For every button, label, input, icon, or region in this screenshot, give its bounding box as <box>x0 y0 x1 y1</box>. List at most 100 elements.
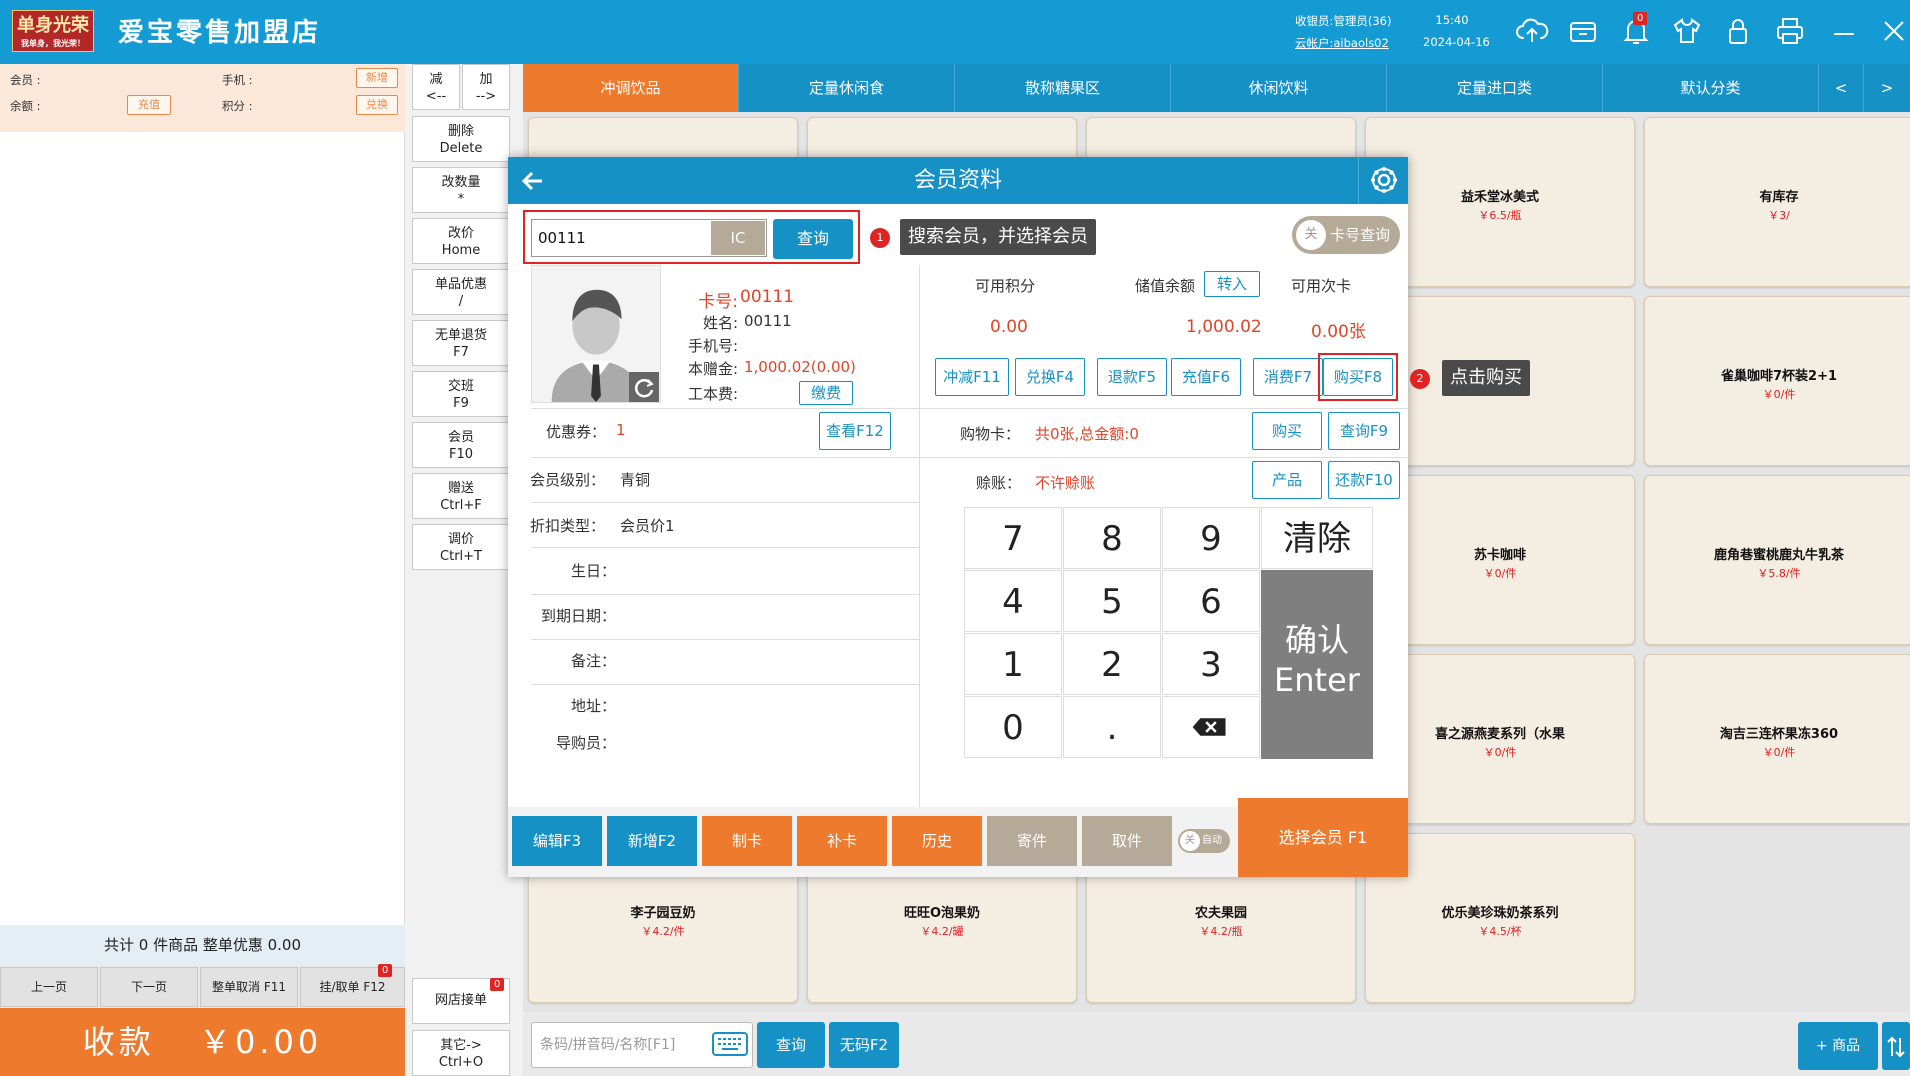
key-0[interactable]: 0 <box>964 696 1062 758</box>
product-card[interactable]: 淘吉三连杯果冻360 ￥0/件 <box>1644 654 1910 824</box>
exchange-button[interactable]: 兑换 <box>356 95 398 115</box>
edit-member-button[interactable]: 编辑F3 <box>512 816 602 866</box>
prev-page-button[interactable]: 上一页 <box>0 967 98 1007</box>
product-name: 鹿角巷蜜桃鹿丸牛乳茶 <box>1713 548 1844 563</box>
cash-drawer-icon[interactable] <box>1566 14 1600 48</box>
printer-icon[interactable] <box>1773 14 1807 48</box>
product-query-button[interactable]: 查询 <box>757 1022 825 1068</box>
keyboard-icon[interactable] <box>712 1032 748 1056</box>
search-tip: 搜索会员，并选择会员 <box>900 219 1096 255</box>
shirt-icon[interactable] <box>1670 14 1704 48</box>
settings-gear-icon[interactable] <box>1358 157 1408 204</box>
back-arrow-icon[interactable] <box>518 166 548 196</box>
category-tab[interactable]: 定量休闲食 <box>739 64 955 112</box>
deposit-item-button[interactable]: 寄件 <box>987 816 1077 866</box>
backspace-key[interactable] <box>1162 696 1260 758</box>
cart-list[interactable] <box>0 132 405 925</box>
category-tab[interactable]: 散称糖果区 <box>955 64 1171 112</box>
repay-button[interactable]: 还款F10 <box>1328 461 1400 499</box>
product-button[interactable]: 产品 <box>1252 461 1322 499</box>
ic-card-button[interactable]: IC <box>711 221 765 255</box>
brand-logo: 单身光荣 我单身，我光荣！ <box>12 10 94 52</box>
category-tab[interactable]: 定量进口类 <box>1387 64 1603 112</box>
change-price-button[interactable]: 改价 Home <box>412 218 510 264</box>
change-qty-button[interactable]: 改数量 * <box>412 167 510 213</box>
select-member-button[interactable]: 选择会员 F1 <box>1238 798 1408 877</box>
item-discount-button[interactable]: 单品优惠 / <box>412 269 510 315</box>
other-button[interactable]: 其它-> Ctrl+O <box>412 1030 510 1076</box>
member-button[interactable]: 会员 F10 <box>412 422 510 468</box>
decrease-button[interactable]: 减 <-- <box>412 64 460 110</box>
refund-button[interactable]: 退款F5 <box>1097 358 1167 396</box>
category-tab[interactable]: 默认分类 <box>1603 64 1819 112</box>
cloud-upload-icon[interactable] <box>1515 14 1549 48</box>
make-card-button[interactable]: 制卡 <box>702 816 792 866</box>
clock-time: 15:40 <box>1435 13 1469 27</box>
category-next-button[interactable]: > <box>1864 64 1910 112</box>
view-coupon-button[interactable]: 查看F12 <box>819 412 891 450</box>
query-card-button[interactable]: 查询F9 <box>1328 412 1400 450</box>
consume-button[interactable]: 消费F7 <box>1253 358 1323 396</box>
shift-handover-button[interactable]: 交班 F9 <box>412 371 510 417</box>
key-4[interactable]: 4 <box>964 570 1062 632</box>
no-barcode-button[interactable]: 无码F2 <box>829 1022 899 1068</box>
product-card[interactable]: 有库存 ￥3/ <box>1644 117 1910 287</box>
deduct-button[interactable]: 冲减F11 <box>935 358 1009 396</box>
card-query-toggle[interactable]: 关 卡号查询 <box>1292 216 1400 254</box>
lock-icon[interactable] <box>1721 14 1755 48</box>
minimize-icon[interactable] <box>1827 14 1861 48</box>
transfer-in-button[interactable]: 转入 <box>1204 271 1260 297</box>
exchange-points-button[interactable]: 兑换F4 <box>1015 358 1085 396</box>
increase-button[interactable]: 加 --> <box>462 64 510 110</box>
member-query-button[interactable]: 查询 <box>773 219 853 259</box>
pickup-item-button[interactable]: 取件 <box>1082 816 1172 866</box>
shortcut-key: F7 <box>453 345 469 360</box>
pay-fee-button[interactable]: 缴费 <box>799 381 853 405</box>
category-tab[interactable]: 冲调饮品 <box>523 64 739 112</box>
recharge-f6-button[interactable]: 充值F6 <box>1171 358 1241 396</box>
confirm-key[interactable]: 确认 Enter <box>1261 570 1373 759</box>
adjust-price-button[interactable]: 调价 Ctrl+T <box>412 524 510 570</box>
top-bar: 单身光荣 我单身，我光荣！ 爱宝零售加盟店 收银员:管理员(36) 云帐户:ai… <box>0 0 1910 64</box>
row-divider <box>531 594 919 595</box>
category-prev-button[interactable]: < <box>1819 64 1864 112</box>
delete-button[interactable]: 删除 Delete <box>412 116 510 162</box>
buy-card-button[interactable]: 购买 <box>1252 412 1322 450</box>
history-button[interactable]: 历史 <box>892 816 982 866</box>
return-no-receipt-button[interactable]: 无单退货 F7 <box>412 320 510 366</box>
auto-toggle-knob: 关 <box>1180 831 1200 851</box>
recharge-button[interactable]: 充值 <box>127 95 171 115</box>
product-card[interactable]: 鹿角巷蜜桃鹿丸牛乳茶 ￥5.8/件 <box>1644 475 1910 645</box>
key-2[interactable]: 2 <box>1063 633 1161 695</box>
close-icon[interactable] <box>1877 14 1910 48</box>
add-member-button[interactable]: 新增 <box>356 68 398 88</box>
sort-icon[interactable] <box>1882 1022 1910 1070</box>
new-member-button[interactable]: 新增F2 <box>607 816 697 866</box>
buy-button[interactable]: 购买F8 <box>1323 358 1393 396</box>
key-dot[interactable]: . <box>1063 696 1161 758</box>
key-5[interactable]: 5 <box>1063 570 1161 632</box>
key-8[interactable]: 8 <box>1063 507 1161 569</box>
pay-button[interactable]: 收款 ￥0.00 <box>0 1008 405 1076</box>
add-product-button[interactable]: + 商品 <box>1798 1022 1878 1070</box>
product-price: ￥4.5/杯 <box>1478 925 1522 938</box>
online-orders-badge: 0 <box>490 978 505 991</box>
key-9[interactable]: 9 <box>1162 507 1260 569</box>
key-clear[interactable]: 清除 <box>1261 507 1373 569</box>
auto-toggle[interactable]: 关 自动 <box>1178 829 1230 853</box>
key-7[interactable]: 7 <box>964 507 1062 569</box>
address-label: 地址： <box>570 697 616 715</box>
cloud-account-link[interactable]: 云帐户:aibaols02 <box>1295 35 1389 51</box>
key-1[interactable]: 1 <box>964 633 1062 695</box>
next-page-button[interactable]: 下一页 <box>100 967 198 1007</box>
refresh-icon[interactable] <box>629 372 659 402</box>
gift-button[interactable]: 赠送 Ctrl+F <box>412 473 510 519</box>
category-tab[interactable]: 休闲饮料 <box>1171 64 1387 112</box>
key-3[interactable]: 3 <box>1162 633 1260 695</box>
product-card[interactable]: 雀巢咖啡7杯装2+1 ￥0/件 <box>1644 296 1910 466</box>
coupon-value: 1 <box>616 421 626 439</box>
cancel-order-button[interactable]: 整单取消 F11 <box>200 967 298 1007</box>
numeric-keypad: 7 8 9 清除 4 5 6 1 2 3 0 . 确认 Enter <box>964 507 1382 761</box>
reissue-card-button[interactable]: 补卡 <box>797 816 887 866</box>
key-6[interactable]: 6 <box>1162 570 1260 632</box>
